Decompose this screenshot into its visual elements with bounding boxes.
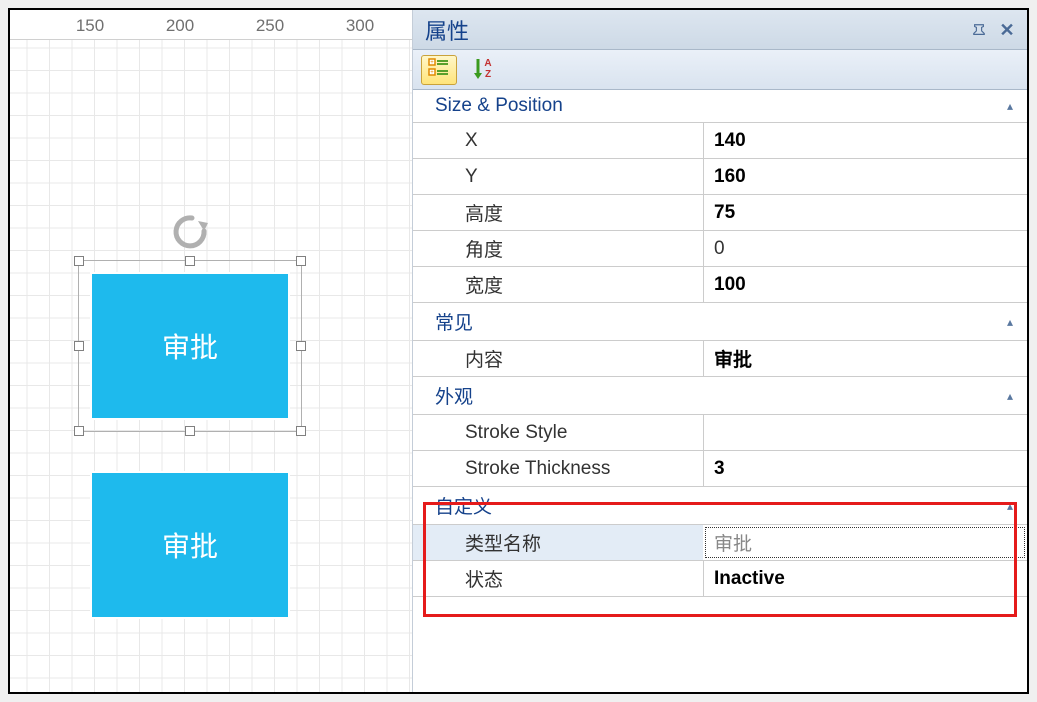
category-label: 常见: [435, 308, 473, 335]
prop-row-type-name[interactable]: 类型名称 审批: [413, 525, 1027, 561]
category-header-common[interactable]: 常见 ▴: [413, 303, 1027, 341]
svg-text:Z: Z: [485, 69, 491, 80]
prop-value[interactable]: 160: [703, 159, 1027, 194]
canvas-grid[interactable]: 审批 审批: [10, 40, 412, 692]
diagram-shape-selected[interactable]: 审批: [90, 272, 290, 420]
rotate-handle-icon[interactable]: [170, 211, 210, 251]
prop-name: 状态: [413, 561, 703, 596]
sort-az-icon: A Z: [473, 56, 497, 83]
prop-name: 高度: [413, 195, 703, 230]
shape-label: 审批: [162, 326, 218, 366]
diagram-shape[interactable]: 审批: [90, 471, 290, 619]
prop-value[interactable]: 140: [703, 123, 1027, 158]
prop-value[interactable]: [703, 415, 1027, 450]
ruler-tick: 200: [166, 16, 194, 36]
category-header-appearance[interactable]: 外观 ▴: [413, 377, 1027, 415]
properties-panel: 属性 ✕ + +: [412, 10, 1027, 692]
resize-handle[interactable]: [74, 341, 84, 351]
prop-value[interactable]: 100: [703, 267, 1027, 302]
prop-name: Stroke Thickness: [413, 451, 703, 486]
prop-value[interactable]: 75: [703, 195, 1027, 230]
close-icon[interactable]: ✕: [999, 22, 1015, 38]
prop-row-width[interactable]: 宽度 100: [413, 267, 1027, 303]
app-frame: 150 200 250 300 审批: [8, 8, 1029, 694]
chevron-up-icon: ▴: [1007, 499, 1013, 513]
prop-row-x[interactable]: X 140: [413, 123, 1027, 159]
alphabetical-view-button[interactable]: A Z: [467, 55, 503, 85]
prop-value[interactable]: 0: [703, 231, 1027, 266]
ruler-tick: 150: [76, 16, 104, 36]
prop-name: 类型名称: [413, 525, 703, 560]
prop-value-editing[interactable]: 审批: [705, 527, 1025, 558]
pin-icon[interactable]: [971, 22, 987, 38]
properties-toolbar: + + A Z: [413, 50, 1027, 90]
category-label: Size & Position: [435, 95, 563, 117]
svg-text:A: A: [484, 58, 491, 69]
prop-row-content[interactable]: 内容 审批: [413, 341, 1027, 377]
prop-name: 内容: [413, 341, 703, 376]
prop-name: 角度: [413, 231, 703, 266]
ruler-tick: 300: [346, 16, 374, 36]
properties-panel-title-bar: 属性 ✕: [413, 10, 1027, 50]
horizontal-ruler: 150 200 250 300: [10, 10, 412, 40]
category-header-size-position[interactable]: Size & Position ▴: [413, 90, 1027, 123]
properties-list: Size & Position ▴ X 140 Y 160 高度 75 角度 0…: [413, 90, 1027, 692]
prop-row-status[interactable]: 状态 Inactive: [413, 561, 1027, 597]
svg-text:+: +: [430, 60, 434, 66]
category-label: 自定义: [435, 492, 492, 519]
canvas-pane: 150 200 250 300 审批: [10, 10, 412, 692]
properties-panel-title-tools: ✕: [971, 22, 1015, 38]
chevron-up-icon: ▴: [1007, 315, 1013, 329]
prop-value[interactable]: 审批: [703, 341, 1027, 376]
category-header-custom[interactable]: 自定义 ▴: [413, 487, 1027, 525]
resize-handle[interactable]: [185, 256, 195, 266]
resize-handle[interactable]: [74, 426, 84, 436]
prop-name: Y: [413, 159, 703, 194]
prop-row-y[interactable]: Y 160: [413, 159, 1027, 195]
resize-handle[interactable]: [296, 256, 306, 266]
categorized-icon: + +: [427, 56, 451, 83]
prop-row-height[interactable]: 高度 75: [413, 195, 1027, 231]
chevron-up-icon: ▴: [1007, 389, 1013, 403]
prop-row-angle[interactable]: 角度 0: [413, 231, 1027, 267]
categorized-view-button[interactable]: + +: [421, 55, 457, 85]
prop-row-stroke-style[interactable]: Stroke Style: [413, 415, 1027, 451]
resize-handle[interactable]: [185, 426, 195, 436]
prop-name: 宽度: [413, 267, 703, 302]
ruler-tick: 250: [256, 16, 284, 36]
shape-label: 审批: [162, 525, 218, 565]
properties-panel-title: 属性: [425, 14, 469, 46]
prop-value[interactable]: 3: [703, 451, 1027, 486]
resize-handle[interactable]: [296, 426, 306, 436]
svg-text:+: +: [430, 70, 434, 76]
prop-value[interactable]: Inactive: [703, 561, 1027, 596]
prop-row-stroke-thickness[interactable]: Stroke Thickness 3: [413, 451, 1027, 487]
prop-name: Stroke Style: [413, 415, 703, 450]
resize-handle[interactable]: [296, 341, 306, 351]
resize-handle[interactable]: [74, 256, 84, 266]
prop-name: X: [413, 123, 703, 158]
category-label: 外观: [435, 382, 473, 409]
chevron-up-icon: ▴: [1007, 99, 1013, 113]
